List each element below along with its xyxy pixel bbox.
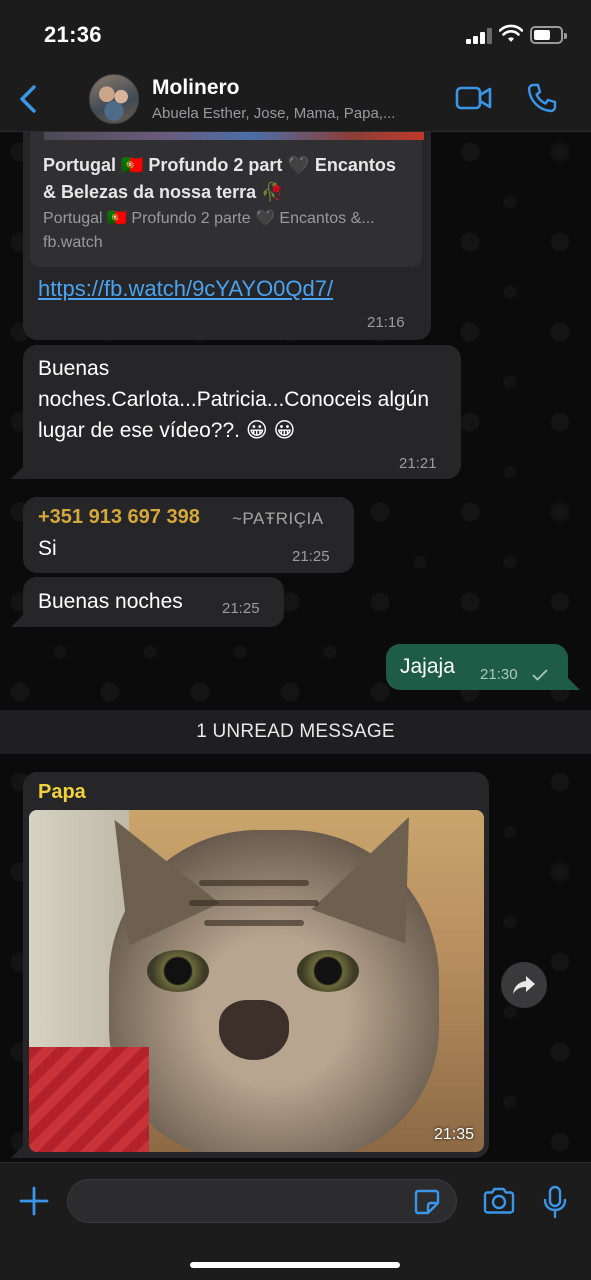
link-preview-title: Portugal 🇵🇹 Profundo 2 part 🖤 Encantos &… xyxy=(43,155,396,202)
link-preview-description: Portugal 🇵🇹 Profundo 2 parte 🖤 Encantos … xyxy=(43,210,375,227)
sender-phone[interactable]: +351 913 697 398 xyxy=(38,506,200,529)
group-avatar[interactable] xyxy=(89,74,139,124)
cat-photo[interactable]: 21:35 xyxy=(29,810,484,1152)
unread-messages-divider: 1 UNREAD MESSAGE xyxy=(0,710,591,754)
chat-area[interactable]: Portugal 🇵🇹 Profundo 2 part 🖤 Encantos &… xyxy=(0,132,591,1162)
message-input-bar xyxy=(0,1162,591,1280)
status-bar: 21:36 xyxy=(0,0,591,66)
home-indicator[interactable] xyxy=(190,1262,400,1268)
check-icon xyxy=(532,669,548,681)
chat-header: Molinero Abuela Esther, Jose, Mama, Papa… xyxy=(0,66,591,132)
link-preview-domain: fb.watch xyxy=(43,234,103,251)
message-link[interactable]: https://fb.watch/9cYAYO0Qd7/ xyxy=(38,276,333,302)
wifi-icon xyxy=(499,24,523,42)
microphone-icon[interactable] xyxy=(543,1185,567,1219)
photo-time: 21:35 xyxy=(433,1126,474,1143)
chat-title[interactable]: Molinero xyxy=(152,76,240,100)
link-preview-thumbnail xyxy=(44,132,424,140)
message-time: 21:30 xyxy=(480,666,518,683)
plus-icon[interactable] xyxy=(18,1185,50,1217)
message-time: 21:21 xyxy=(399,455,437,472)
camera-icon[interactable] xyxy=(482,1187,516,1215)
message-text: Jajaja xyxy=(400,655,455,678)
chevron-left-icon[interactable] xyxy=(14,80,48,118)
message-time: 21:25 xyxy=(222,600,260,617)
share-arrow-icon xyxy=(513,976,535,994)
sender-alias: ~PAŦRIÇIA xyxy=(232,509,324,528)
phone-icon[interactable] xyxy=(526,82,558,114)
message-input[interactable] xyxy=(67,1179,457,1223)
status-time: 21:36 xyxy=(44,22,102,47)
message-text: Buenas noches.Carlota...Patricia...Conoc… xyxy=(38,357,430,442)
battery-icon xyxy=(530,26,567,44)
message-time: 21:25 xyxy=(292,548,330,565)
message-text: Buenas noches xyxy=(38,590,183,613)
chat-members[interactable]: Abuela Esther, Jose, Mama, Papa,... xyxy=(152,105,442,122)
share-button[interactable] xyxy=(501,962,547,1008)
message-text: Si xyxy=(38,537,57,560)
message-time: 21:16 xyxy=(367,314,405,331)
battery-fill xyxy=(534,30,550,40)
sticker-icon[interactable] xyxy=(413,1188,441,1216)
signal-icon xyxy=(466,28,494,44)
video-camera-icon[interactable] xyxy=(455,84,493,112)
sender-name[interactable]: Papa xyxy=(38,781,86,804)
